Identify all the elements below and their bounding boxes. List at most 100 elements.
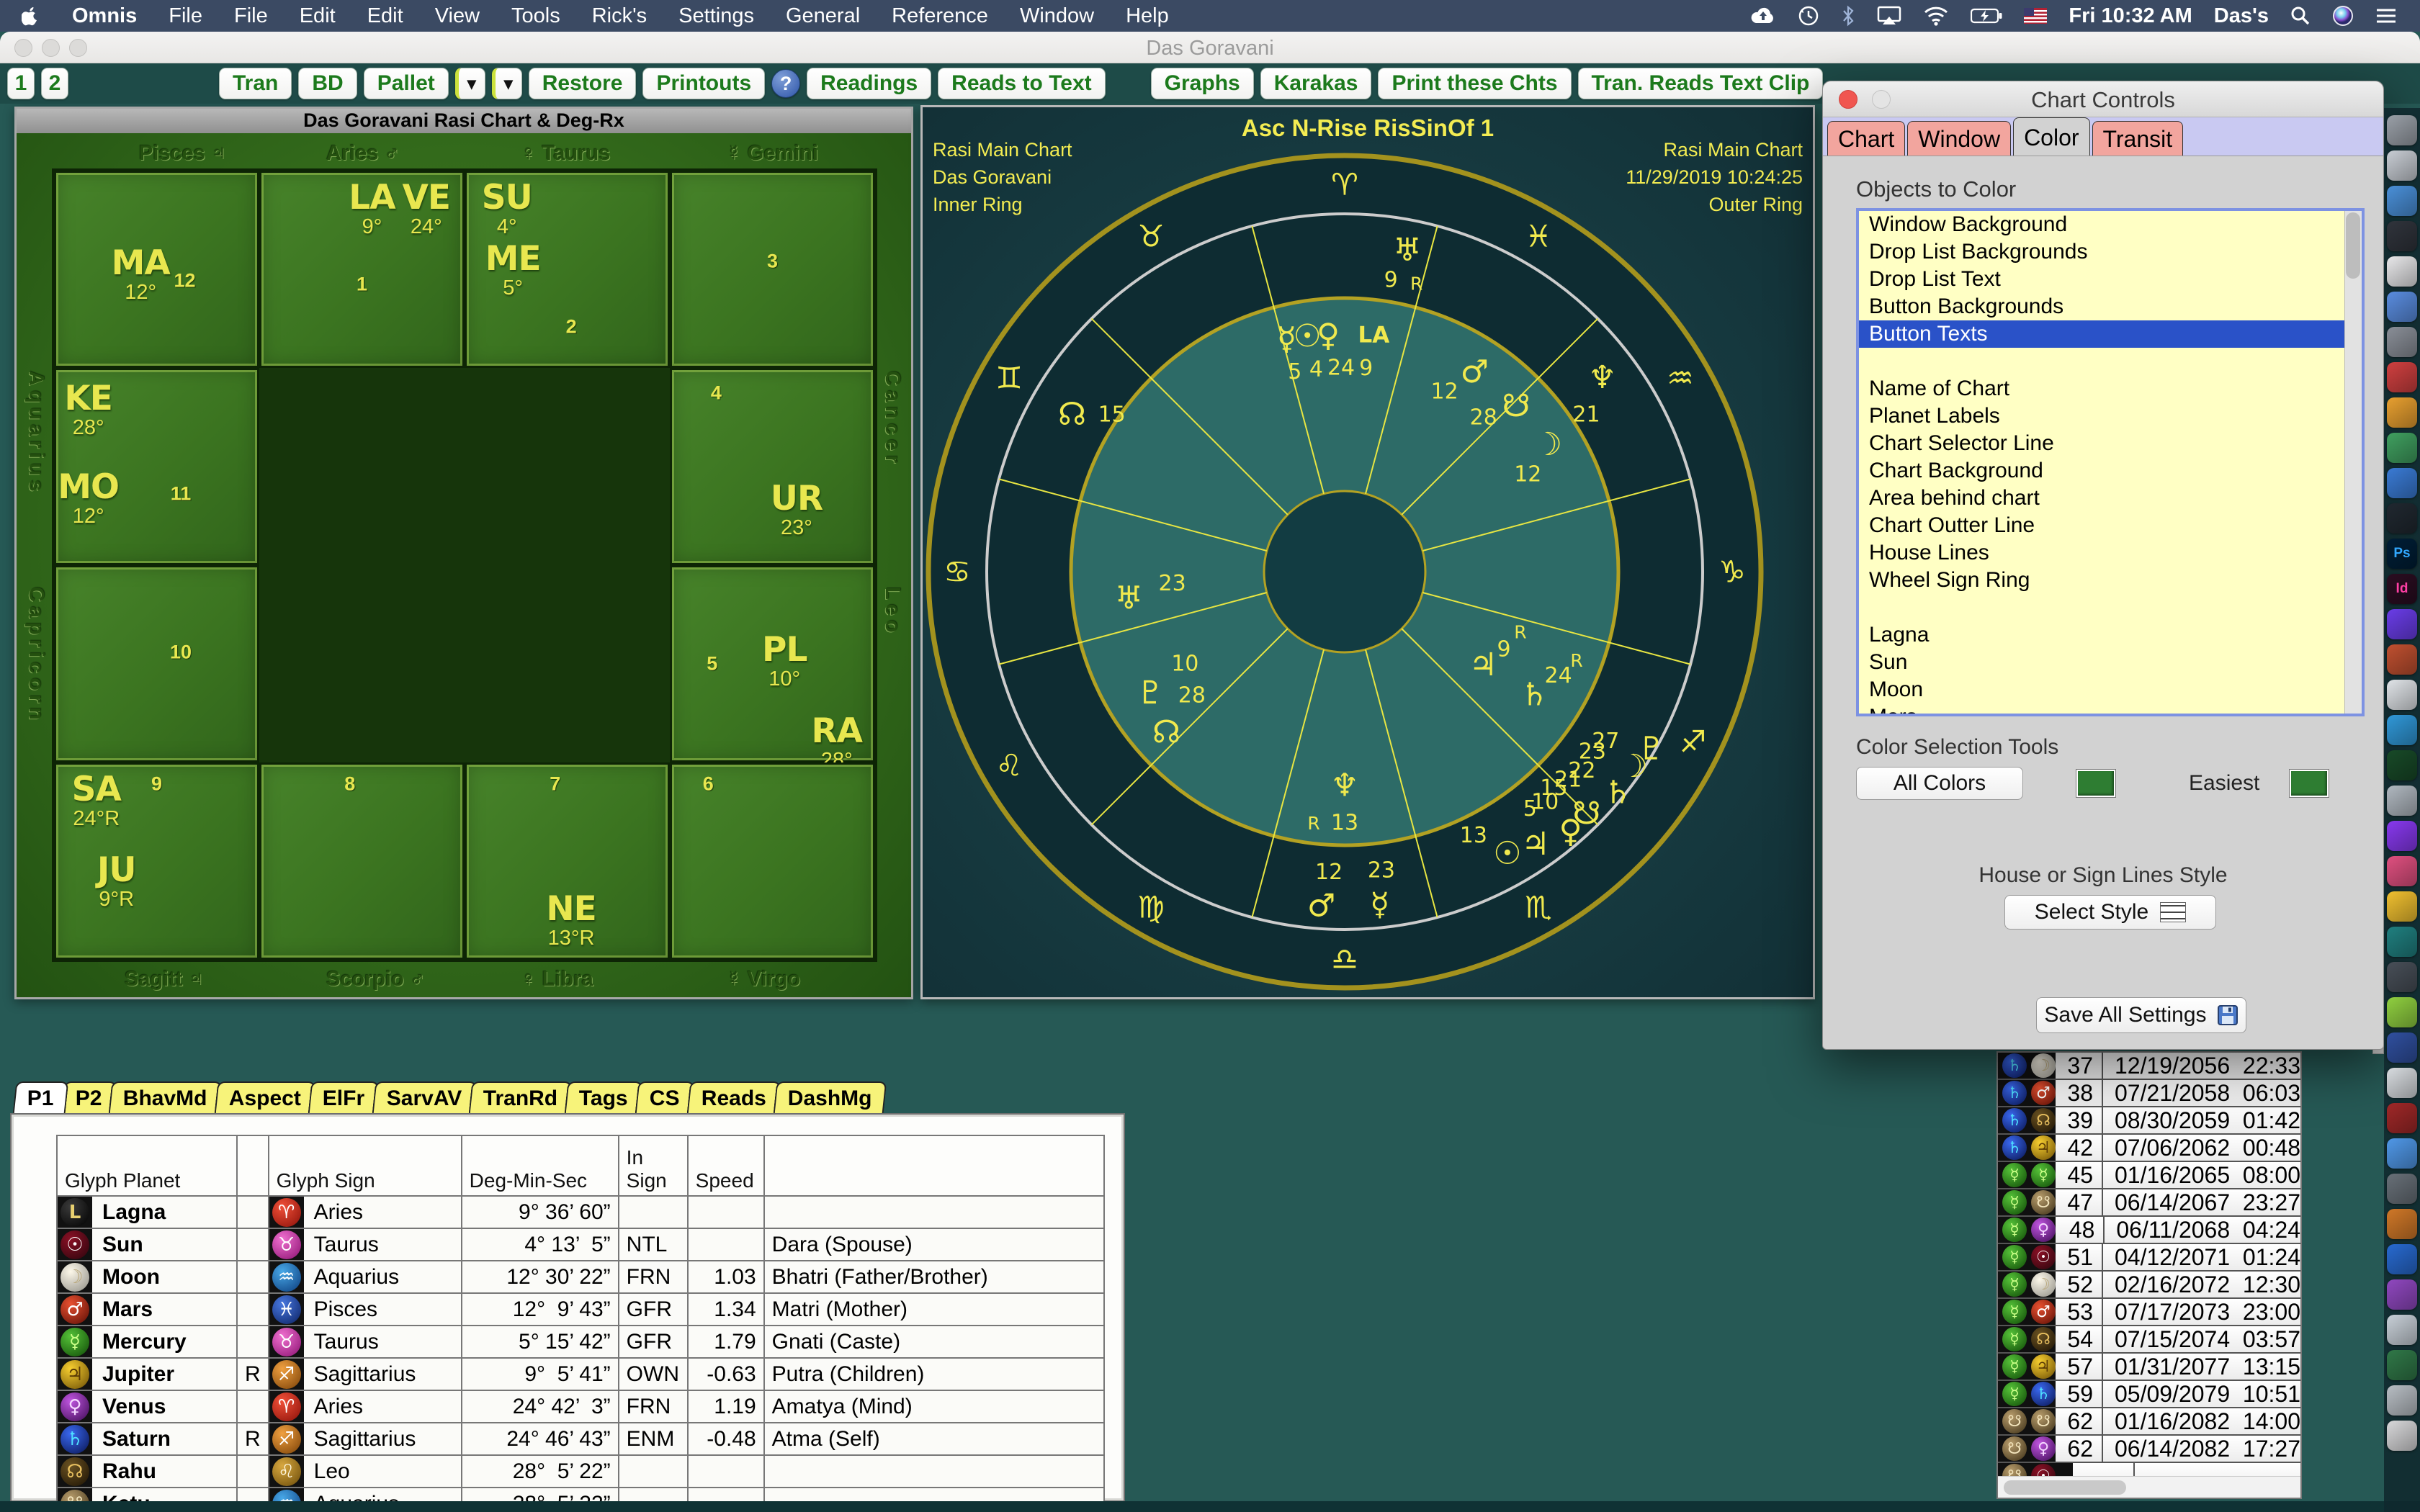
dasha-row[interactable]: ☿♃5701/31/2077 13:15	[1998, 1354, 2300, 1381]
easiest-swatch[interactable]	[2290, 770, 2329, 797]
dock-app-icon[interactable]	[2387, 115, 2417, 145]
siri-icon[interactable]	[2326, 0, 2360, 32]
dock-app-icon[interactable]	[2387, 1174, 2417, 1204]
dock-app-icon[interactable]	[2387, 609, 2417, 639]
chart-2-button[interactable]: 2	[41, 68, 68, 99]
dock-app-icon[interactable]	[2387, 292, 2417, 322]
table-tab-tranrd[interactable]: TranRd	[469, 1081, 573, 1113]
table-tab-p1[interactable]: P1	[13, 1081, 68, 1113]
dock-app-icon[interactable]	[2387, 1244, 2417, 1274]
table-tab-dashmg[interactable]: DashMg	[774, 1081, 887, 1113]
dialog-tab-transit[interactable]: Transit	[2092, 121, 2184, 156]
table-row[interactable]: ☉Sun♉Taurus4° 13’ 5”NTLDara (Spouse)	[57, 1228, 1104, 1261]
dock-app-icon[interactable]	[2387, 1209, 2417, 1239]
rasi-cell-libra[interactable]: NE13°R7	[465, 762, 670, 960]
menu-item-settings[interactable]: Settings	[663, 4, 770, 28]
menu-clock[interactable]: Fri 10:32 AM	[2063, 4, 2197, 28]
table-row[interactable]: ☿Mercury♉Taurus5° 15’ 42”GFR1.79Gnati (C…	[57, 1326, 1104, 1358]
reads-to-text-button[interactable]: Reads to Text	[938, 68, 1106, 99]
dock-app-icon[interactable]	[2387, 433, 2417, 463]
all-colors-button[interactable]: All Colors	[1856, 767, 2023, 800]
objects-to-color-list[interactable]: Window BackgroundDrop List BackgroundsDr…	[1856, 208, 2365, 716]
dock-app-icon[interactable]	[2387, 327, 2417, 357]
print-these-chts-button[interactable]: Print these Chts	[1378, 68, 1571, 99]
dock-app-icon[interactable]	[2387, 468, 2417, 498]
color-object-item[interactable]: Window Background	[1859, 211, 2362, 238]
select-style-button[interactable]: Select Style	[2004, 895, 2216, 930]
chart-1-button[interactable]: 1	[7, 68, 35, 99]
dasha-row[interactable]: ☿☿4501/16/2065 08:00	[1998, 1162, 2300, 1189]
dock-app-icon[interactable]	[2387, 362, 2417, 392]
dock-app-icon[interactable]	[2387, 397, 2417, 428]
table-row[interactable]: ☊Rahu♌Leo28° 5’ 22”	[57, 1455, 1104, 1488]
menu-item-window[interactable]: Window	[1004, 4, 1110, 28]
dasha-row[interactable]: ☿☉5104/12/2071 01:24	[1998, 1244, 2300, 1272]
dock-app-icon[interactable]: Ps	[2387, 539, 2417, 569]
rasi-cell-virgo[interactable]: 6	[670, 762, 875, 960]
dialog-tab-window[interactable]: Window	[1907, 121, 2011, 156]
table-tab-p2[interactable]: P2	[60, 1081, 116, 1113]
bd-button[interactable]: BD	[298, 68, 357, 99]
dock-app-icon[interactable]	[2387, 786, 2417, 816]
dock-app-icon[interactable]	[2387, 750, 2417, 780]
menu-item-file[interactable]: File	[218, 4, 284, 28]
wheel-chart[interactable]: ♈♉♊♋♌♍♎♏♐♑♒♓☿5☉4♀24LA9♂12☋28☽12♅23♇10☊28…	[923, 107, 1813, 997]
dock-app-icon[interactable]	[2387, 150, 2417, 181]
table-tab-elfr[interactable]: ElFr	[308, 1081, 380, 1113]
dialog-tab-chart[interactable]: Chart	[1827, 121, 1905, 156]
dasha-row[interactable]: ☋☋6201/16/2082 14:00	[1998, 1408, 2300, 1436]
dasha-row[interactable]: ♄♂3807/21/2058 06:03	[1998, 1080, 2300, 1107]
color-object-item[interactable]: Moon	[1859, 676, 2362, 703]
bluetooth-icon[interactable]	[1835, 0, 1861, 32]
dock-app-icon[interactable]	[2387, 1032, 2417, 1063]
tran-reads-text-clip-button[interactable]: Tran. Reads Text Clip	[1578, 68, 1824, 99]
karakas-button[interactable]: Karakas	[1260, 68, 1372, 99]
notification-center-icon[interactable]	[2370, 0, 2403, 32]
menu-item-file[interactable]: File	[153, 4, 218, 28]
color-object-item[interactable]	[1859, 594, 2362, 621]
color-object-item[interactable]: Button Texts	[1859, 320, 2362, 348]
dock-app-icon[interactable]	[2387, 715, 2417, 745]
dock-app-icon[interactable]	[2387, 891, 2417, 922]
table-tab-bhavmd[interactable]: BhavMd	[109, 1081, 222, 1113]
rasi-chart-body[interactable]: Pisces ♃Aries ♂♀ Taurus☿ GeminiSagitt ♃S…	[17, 133, 911, 997]
table-row[interactable]: ♀Venus♈Aries24° 42’ 3”FRN1.19Amatya (Min…	[57, 1390, 1104, 1423]
dock-app-icon[interactable]	[2387, 1385, 2417, 1416]
menu-item-omnis[interactable]: Omnis	[56, 4, 153, 28]
dasha-row[interactable]: ☿♀4806/11/2068 04:24	[1998, 1217, 2300, 1244]
rasi-cell-aquarius[interactable]: KE28°MO12°11	[54, 368, 259, 565]
color-object-item[interactable]: Button Backgrounds	[1859, 293, 2362, 320]
table-row[interactable]: ♄SaturnR♐Sagittarius24° 46’ 43”ENM-0.48A…	[57, 1423, 1104, 1455]
cloud-upload-icon[interactable]	[1744, 0, 1782, 32]
dasha-row[interactable]: ☿☋4706/14/2067 23:27	[1998, 1189, 2300, 1217]
dasha-period-list[interactable]: ♄☽3712/19/2056 22:33♄♂3807/21/2058 06:03…	[1996, 1051, 2302, 1499]
help-button[interactable]: ?	[771, 69, 800, 98]
dock-app-icon[interactable]	[2387, 927, 2417, 957]
window-title-bar[interactable]: Das Goravani	[0, 32, 2420, 63]
table-row[interactable]: LLagna♈Aries9° 36’ 60”	[57, 1196, 1104, 1228]
color-object-item[interactable]: Chart Selector Line	[1859, 430, 2362, 457]
rasi-cell-sagittarius[interactable]: SA24°RJU9°R9	[54, 762, 259, 960]
dasha-row[interactable]: ♄☊3908/30/2059 01:42	[1998, 1107, 2300, 1135]
table-tab-reads[interactable]: Reads	[687, 1081, 781, 1113]
color-object-item[interactable]	[1859, 348, 2362, 375]
table-tab-aspect[interactable]: Aspect	[215, 1081, 316, 1113]
menu-item-reference[interactable]: Reference	[876, 4, 1004, 28]
table-tab-tags[interactable]: Tags	[565, 1081, 642, 1113]
restore-button[interactable]: Restore	[529, 68, 637, 99]
rasi-cell-leo[interactable]: PL10°RA28°5	[670, 565, 875, 762]
dock-app-icon[interactable]	[2387, 1103, 2417, 1133]
dock-app-icon[interactable]	[2387, 221, 2417, 251]
dock-app-icon[interactable]	[2387, 821, 2417, 851]
rasi-cell-cancer[interactable]: UR23°4	[670, 368, 875, 565]
dasha-row[interactable]: ☿♄5905/09/2079 10:51	[1998, 1381, 2300, 1408]
dock-app-icon[interactable]: Id	[2387, 574, 2417, 604]
dock-app-icon[interactable]	[2387, 1138, 2417, 1169]
dasha-row[interactable]: ☿☽5202/16/2072 12:30	[1998, 1272, 2300, 1299]
dasha-row[interactable]: ♄♃4207/06/2062 00:48	[1998, 1135, 2300, 1162]
menu-user[interactable]: Das's	[2208, 4, 2275, 28]
combo-2[interactable]: ▾	[492, 68, 522, 99]
dock-app-icon[interactable]	[2387, 186, 2417, 216]
dasha-row[interactable]: ☿☊5407/15/2074 03:57	[1998, 1326, 2300, 1354]
menu-item-edit[interactable]: Edit	[351, 4, 419, 28]
